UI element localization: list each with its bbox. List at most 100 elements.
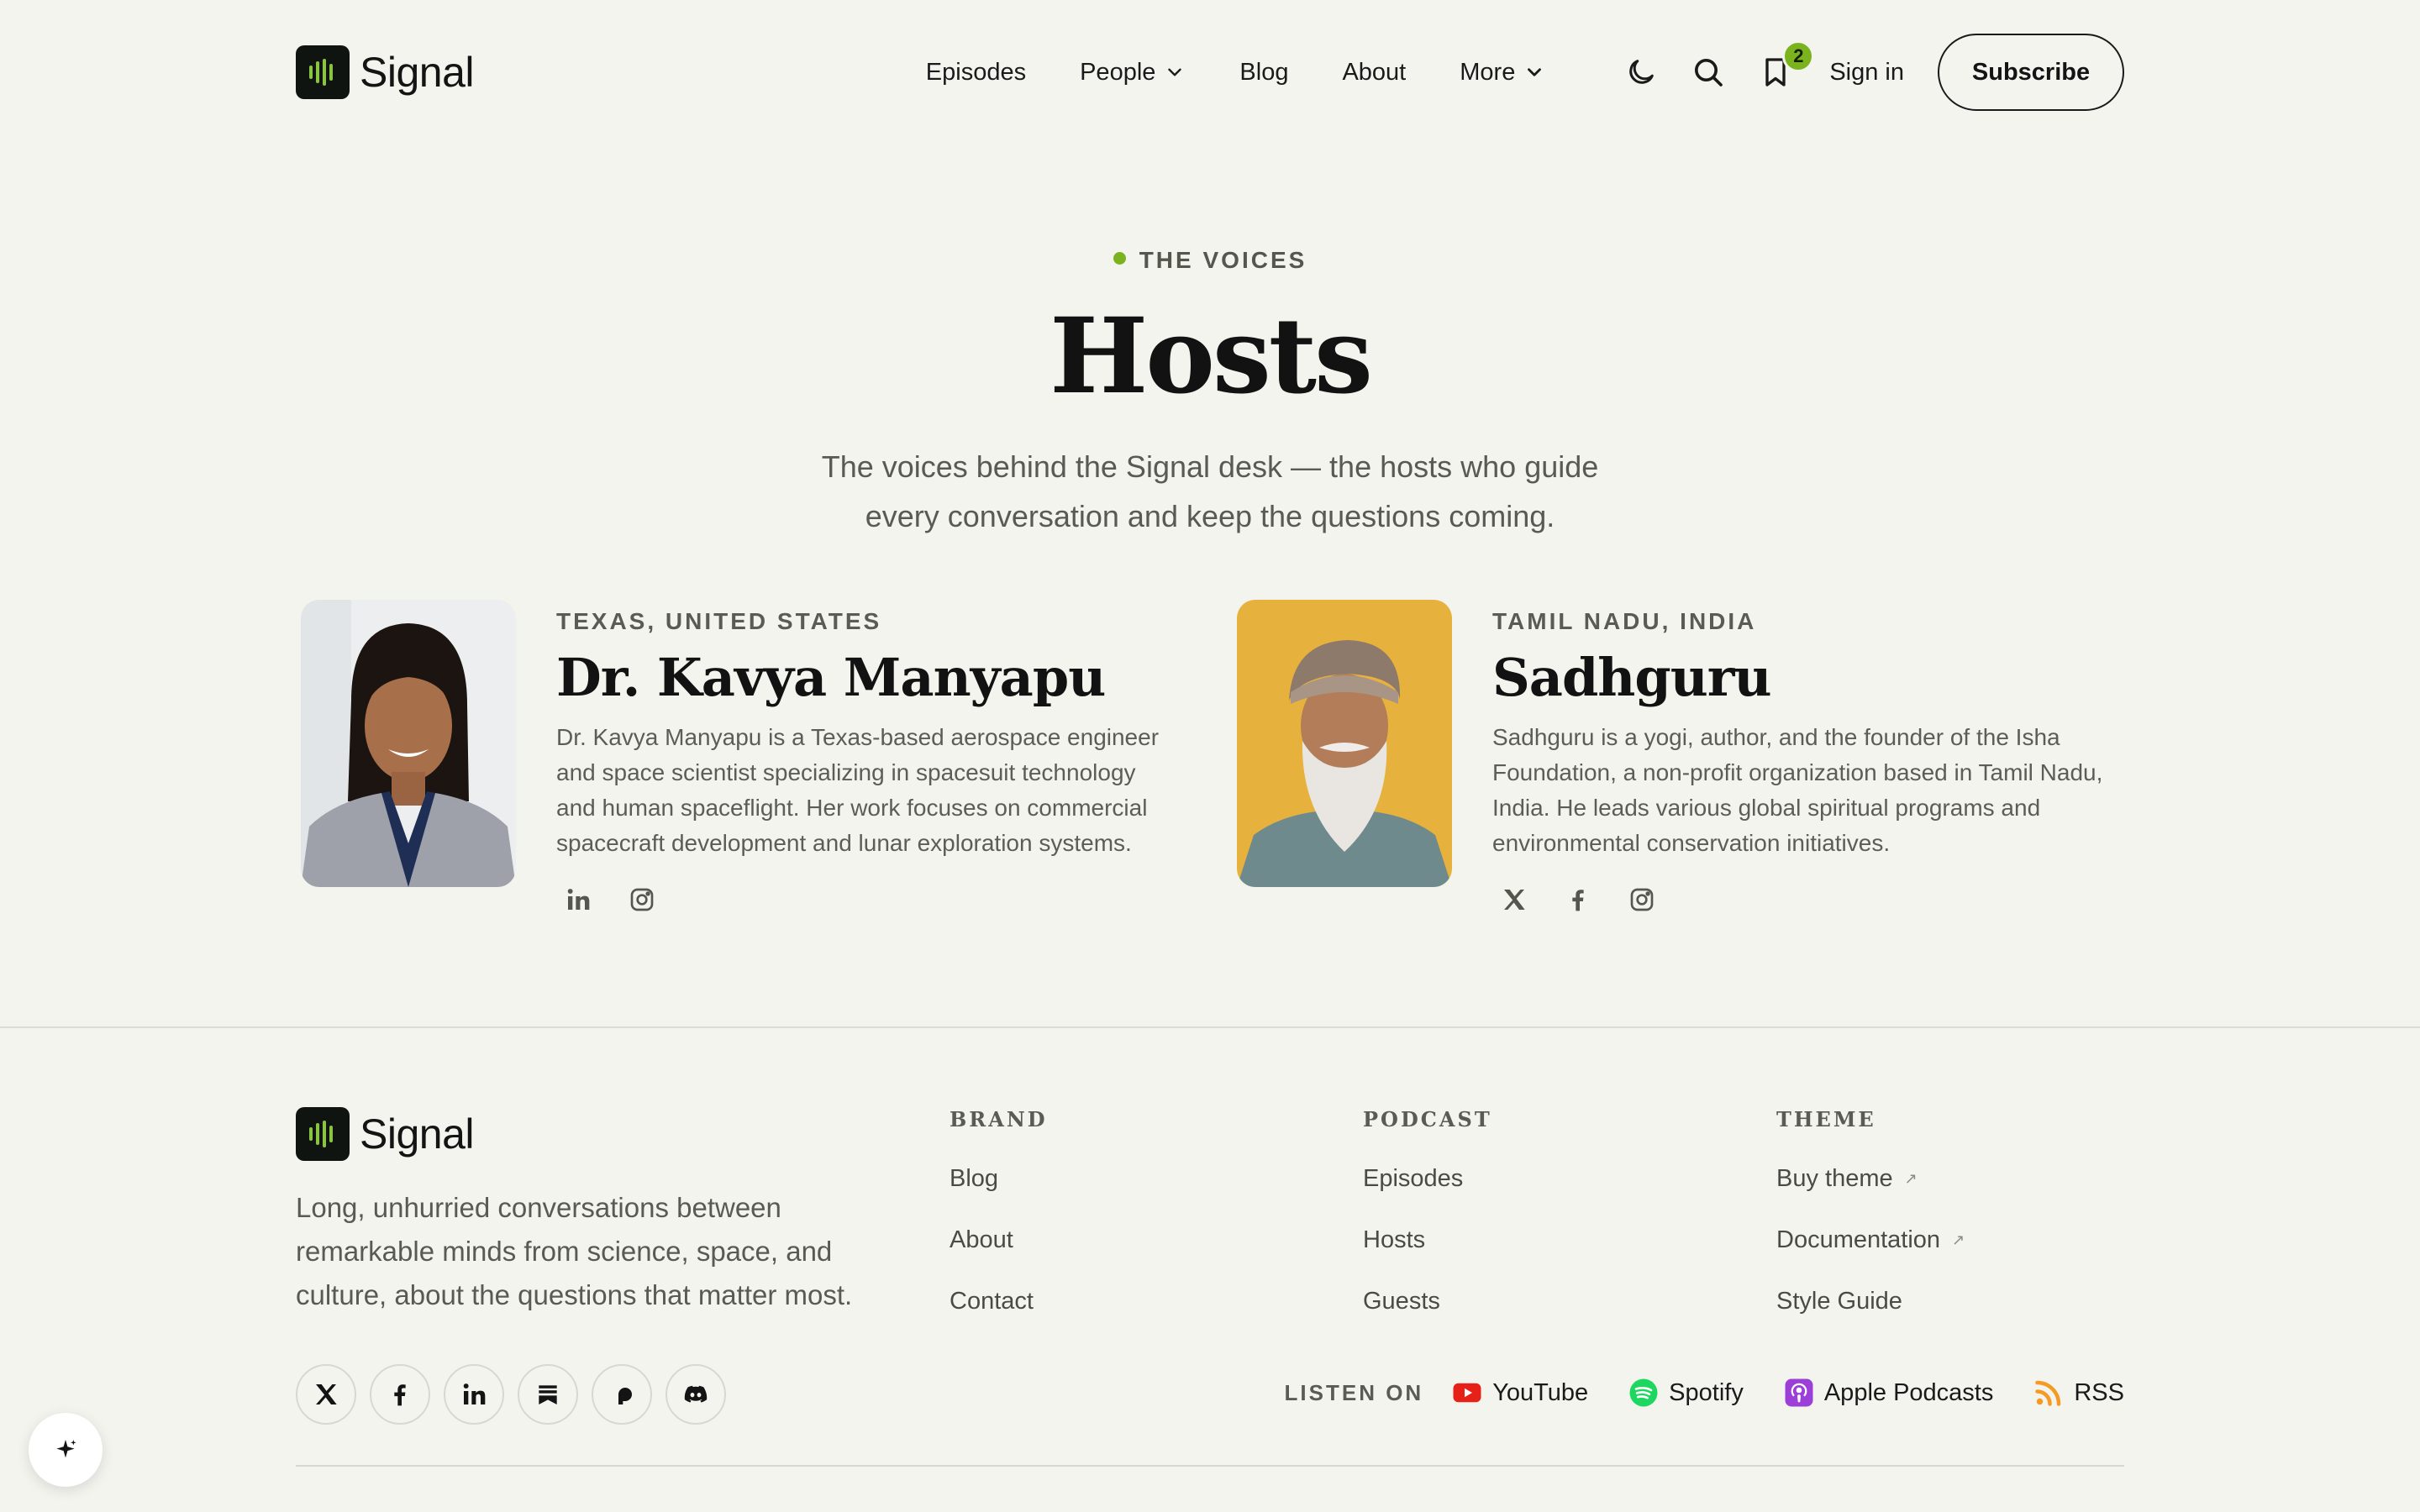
nav-people-label: People	[1080, 58, 1156, 86]
host-social-links	[563, 885, 1178, 915]
footer-link-label: Episodes	[1363, 1165, 1464, 1192]
section-eyebrow: THE VOICES	[0, 247, 2420, 274]
moon-icon	[1629, 60, 1655, 84]
sparkle-icon	[56, 1440, 76, 1458]
listen-on-bar: LISTEN ON YouTube Spotify Apple Podcasts…	[1285, 1378, 2124, 1408]
footer-tagline: Long, unhurried conversations between re…	[296, 1192, 853, 1310]
instagram-icon[interactable]	[1627, 885, 1657, 915]
footer-logo[interactable]: Signal	[296, 1107, 475, 1161]
host-social-links	[1499, 885, 2114, 915]
chevron-down-icon	[1528, 68, 1542, 76]
platform-apple-podcasts[interactable]: Apple Podcasts	[1784, 1378, 1994, 1408]
main-nav: Episodes People Blog About More	[926, 59, 1546, 87]
nav-about[interactable]: About	[1342, 59, 1406, 87]
subscribe-button[interactable]: Subscribe	[1938, 34, 2124, 111]
substack-icon[interactable]	[518, 1364, 578, 1425]
theme-toggle-button[interactable]	[1623, 54, 1660, 91]
host-photo-kavya	[301, 600, 516, 887]
brand-name: Signal	[360, 1110, 475, 1158]
footer-link-about[interactable]: About	[950, 1226, 1048, 1254]
footer-link-label: About	[950, 1226, 1013, 1253]
host-location: TEXAS, UNITED STATES	[556, 608, 882, 634]
host-bio: Sadhguru is a yogi, author, and the foun…	[1492, 724, 2103, 856]
linkedin-icon[interactable]	[563, 885, 593, 915]
footer-link-documentation[interactable]: Documentation ↗	[1776, 1226, 1965, 1254]
footer-link-buy-theme[interactable]: Buy theme ↗	[1776, 1165, 1965, 1193]
brand-logo[interactable]: Signal	[296, 45, 475, 99]
bookmarks-button[interactable]: 2	[1757, 40, 1815, 91]
platform-label: Spotify	[1669, 1378, 1744, 1406]
host-photo-sadhguru	[1237, 600, 1452, 887]
x-icon[interactable]	[296, 1364, 356, 1425]
footer-link-blog[interactable]: Blog	[950, 1165, 1048, 1193]
footer-link-label: Blog	[950, 1165, 999, 1192]
nav-more-label: More	[1460, 58, 1516, 86]
listen-on-label: LISTEN ON	[1284, 1379, 1424, 1405]
footer-link-hosts[interactable]: Hosts	[1363, 1226, 1492, 1254]
host-name[interactable]: Dr. Kavya Manyapu	[556, 647, 1178, 708]
search-button[interactable]	[1690, 54, 1727, 91]
facebook-icon[interactable]	[370, 1364, 430, 1425]
nav-about-label: About	[1342, 58, 1407, 86]
sign-in-link[interactable]: Sign in	[1829, 59, 1904, 87]
footer-link-label: Buy theme	[1776, 1165, 1893, 1192]
host-card: TEXAS, UNITED STATES Dr. Kavya Manyapu D…	[301, 600, 1183, 915]
site-header: Signal Episodes People Blog About More 2…	[296, 34, 2124, 111]
footer-link-episodes[interactable]: Episodes	[1363, 1165, 1492, 1193]
nav-people[interactable]: People	[1080, 59, 1186, 87]
host-bio: Dr. Kavya Manyapu is a Texas-based aeros…	[556, 724, 1160, 856]
instagram-icon[interactable]	[627, 885, 657, 915]
platform-label: Apple Podcasts	[1823, 1378, 1994, 1406]
apple-podcasts-icon	[1785, 1378, 1813, 1407]
footer-link-label: Guests	[1363, 1288, 1440, 1315]
footer-column-brand: BRAND Blog About Contact	[950, 1107, 1048, 1315]
nav-blog[interactable]: Blog	[1239, 59, 1288, 87]
footer-social-links	[296, 1364, 726, 1425]
youtube-icon	[1453, 1383, 1481, 1403]
footer-link-label: Contact	[950, 1288, 1034, 1315]
section-divider	[0, 1026, 2420, 1028]
footer-link-guests[interactable]: Guests	[1363, 1288, 1492, 1315]
platform-label: RSS	[2074, 1378, 2124, 1406]
platform-spotify[interactable]: Spotify	[1628, 1378, 1744, 1408]
rss-icon	[2035, 1380, 2061, 1406]
nav-blog-label: Blog	[1239, 58, 1289, 86]
platform-label: YouTube	[1492, 1378, 1589, 1406]
facebook-icon[interactable]	[1563, 885, 1593, 915]
discord-icon[interactable]	[666, 1364, 726, 1425]
nav-episodes[interactable]: Episodes	[926, 59, 1026, 87]
footer-link-contact[interactable]: Contact	[950, 1288, 1048, 1315]
footer-link-label: Style Guide	[1776, 1288, 1902, 1315]
footer-link-label: Documentation	[1776, 1226, 1941, 1253]
footer-link-style-guide[interactable]: Style Guide	[1776, 1288, 1965, 1315]
spotify-icon	[1629, 1378, 1658, 1407]
host-name[interactable]: Sadhguru	[1492, 647, 2114, 708]
footer-column-heading: PODCAST	[1363, 1107, 1492, 1131]
brand-name: Signal	[360, 49, 475, 96]
chevron-down-icon	[1168, 68, 1182, 76]
host-info: TAMIL NADU, INDIA Sadhguru Sadhguru is a…	[1492, 600, 2114, 915]
footer-column-heading: THEME	[1776, 1107, 1876, 1131]
page-title: Hosts	[1050, 296, 1373, 417]
footer-column-theme: THEME Buy theme ↗ Documentation ↗ Style Gu…	[1776, 1107, 1965, 1315]
x-icon[interactable]	[1499, 885, 1529, 915]
subtitle-line-2: every conversation and keep the question…	[865, 499, 1555, 533]
host-location: TAMIL NADU, INDIA	[1492, 608, 1757, 634]
assistant-button[interactable]	[29, 1413, 103, 1487]
linkedin-icon[interactable]	[444, 1364, 504, 1425]
nav-episodes-label: Episodes	[925, 58, 1027, 86]
platform-youtube[interactable]: YouTube	[1452, 1378, 1588, 1408]
external-link-icon: ↗	[1904, 1170, 1918, 1187]
platform-rss[interactable]: RSS	[2033, 1378, 2124, 1408]
patreon-icon[interactable]	[592, 1364, 652, 1425]
nav-more[interactable]: More	[1460, 59, 1545, 87]
subtitle-line-1: The voices behind the Signal desk — the …	[821, 449, 1599, 484]
footer-link-label: Hosts	[1363, 1226, 1426, 1253]
footer-bottom-rule	[296, 1465, 2124, 1467]
footer-column-heading: BRAND	[950, 1107, 1048, 1131]
search-icon	[1695, 59, 1723, 87]
waveform-icon	[296, 1107, 350, 1161]
page-subtitle: The voices behind the Signal desk — the …	[790, 442, 1630, 541]
eyebrow-dot	[1113, 252, 1126, 265]
host-card: TAMIL NADU, INDIA Sadhguru Sadhguru is a…	[1237, 600, 2119, 915]
